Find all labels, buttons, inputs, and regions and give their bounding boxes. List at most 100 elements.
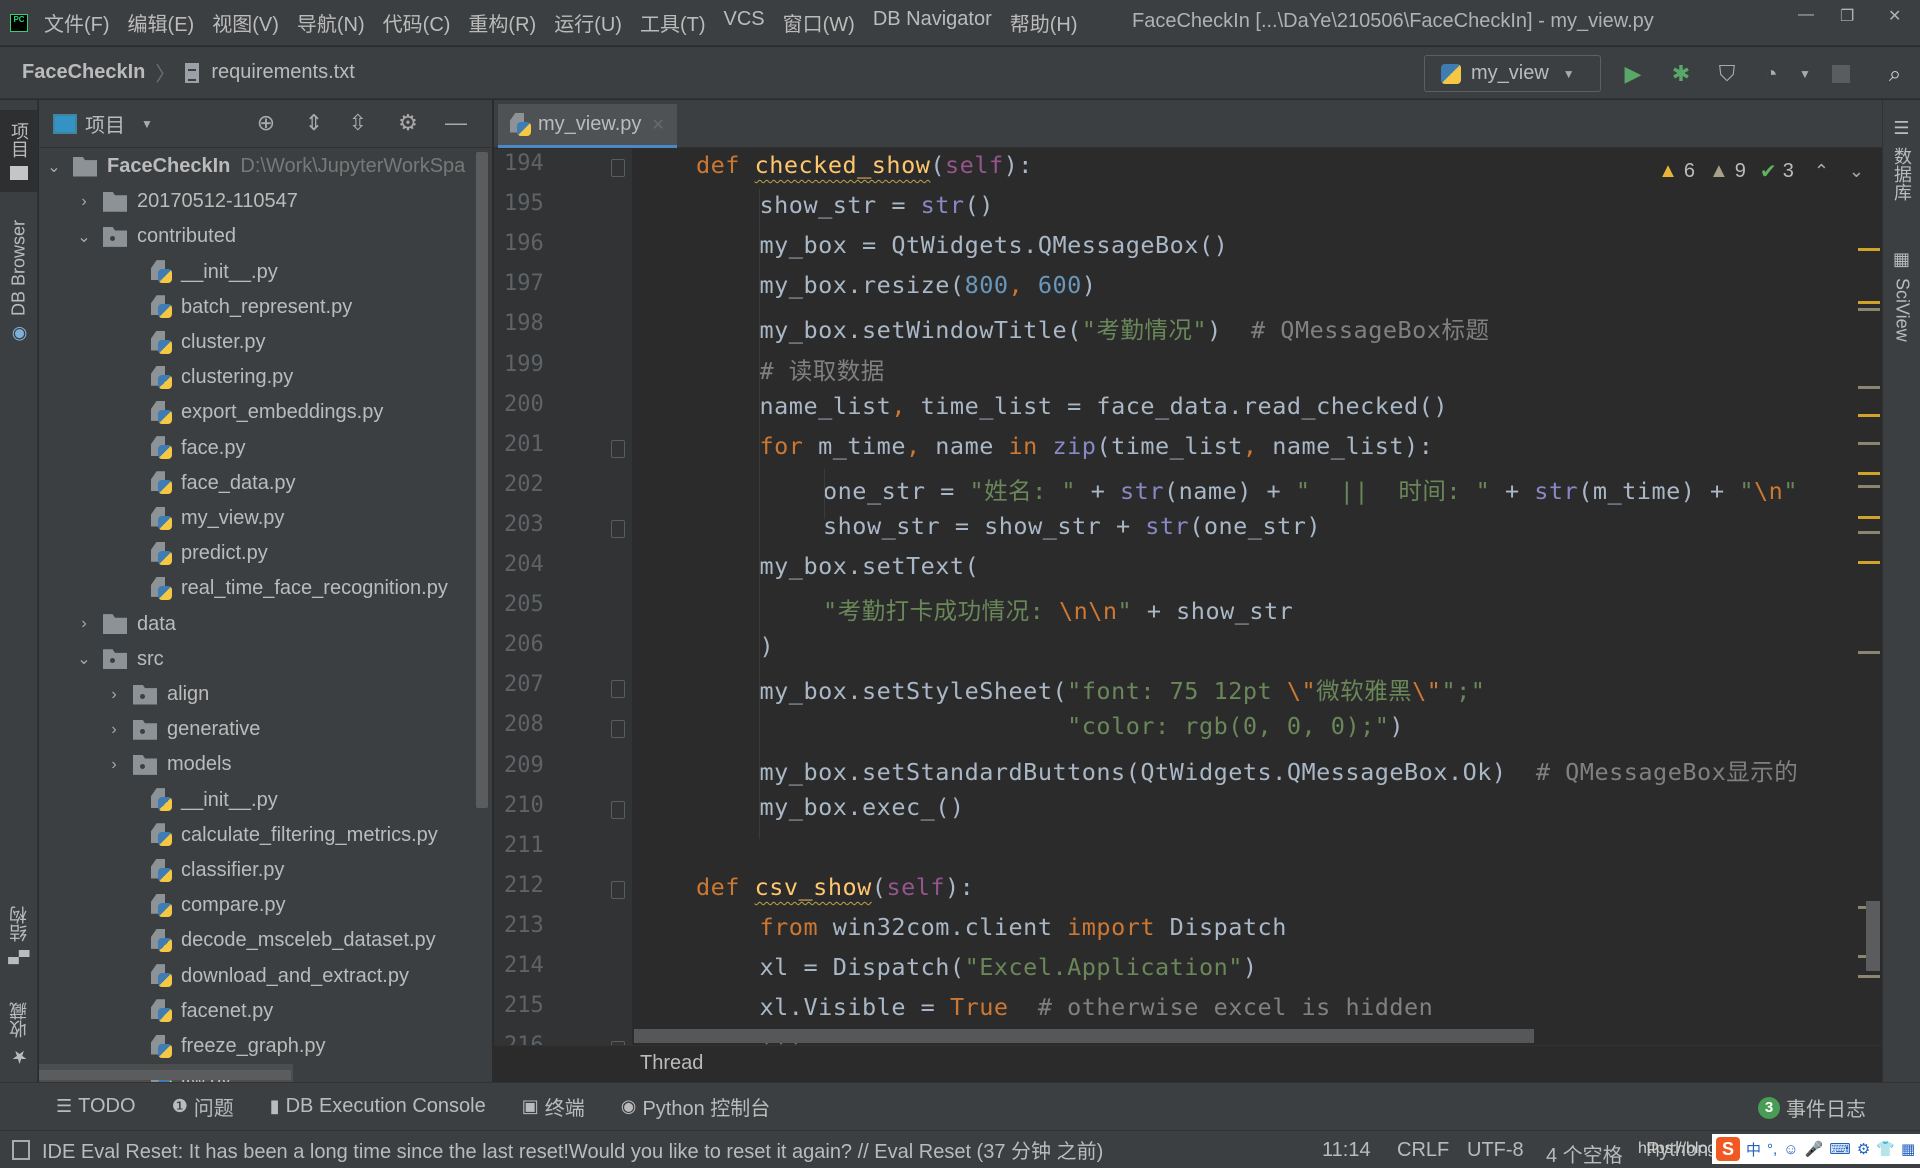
chevron-right-icon[interactable]: › (77, 193, 91, 211)
menu-item[interactable]: DB Navigator (873, 8, 992, 37)
tool-tab-favorites[interactable]: ★ 收藏 (0, 995, 38, 1075)
error-stripe-mark[interactable] (1858, 301, 1880, 305)
error-stripe-mark[interactable] (1858, 414, 1880, 418)
fold-icon[interactable] (611, 159, 625, 177)
tool-tab-sciview[interactable]: ▦ SciView (1883, 240, 1920, 350)
chevron-right-icon[interactable]: › (107, 686, 121, 704)
toggle-tool-windows-icon[interactable] (12, 1139, 30, 1160)
tree-item[interactable]: freeze_graph.py (39, 1029, 479, 1064)
code-line[interactable]: from win32com.client import Dispatch (760, 913, 1287, 941)
ime-toolbar[interactable]: S 中 °, ☺ 🎤 ⌨ ⚙ 👕 ▦ (1712, 1134, 1920, 1164)
menu-item[interactable]: 文件(F) (44, 8, 110, 37)
menu-item[interactable]: 代码(C) (383, 8, 451, 37)
chevron-down-icon[interactable]: ⌄ (77, 649, 91, 669)
tree-item[interactable]: my_view.py (39, 501, 479, 536)
stop-icon[interactable] (1828, 61, 1854, 87)
caret-position[interactable]: 11:14 (1322, 1139, 1371, 1162)
menu-item[interactable]: 工具(T) (640, 8, 706, 37)
breadcrumb-project[interactable]: FaceCheckIn (22, 61, 145, 84)
coverage-icon[interactable]: ⛉ (1714, 61, 1740, 87)
tree-item[interactable]: download_and_extract.py (39, 959, 479, 994)
ime-button[interactable]: 🎤 (1805, 1140, 1824, 1158)
editor-breadcrumb-class[interactable]: Thread (640, 1052, 703, 1075)
menu-item[interactable]: 运行(U) (554, 8, 622, 37)
fold-icon[interactable] (611, 720, 625, 739)
menu-item[interactable]: 导航(N) (297, 8, 365, 37)
tree-item[interactable]: › models (39, 747, 479, 782)
tree-item[interactable]: face.py (39, 431, 479, 466)
tool-window-[interactable]: ▣ 终端 (522, 1092, 585, 1121)
error-stripe-mark[interactable] (1858, 247, 1880, 251)
breadcrumb-file[interactable]: requirements.txt (211, 61, 354, 84)
code-line[interactable]: for m_time, name in zip(time_list, name_… (760, 432, 1434, 460)
code-line[interactable]: "考勤打卡成功情况: \n\n" + show_str (823, 592, 1293, 626)
code-line[interactable]: my_box = QtWidgets.QMessageBox() (760, 231, 1229, 259)
code-line[interactable]: xl = Dispatch("Excel.Application") (760, 953, 1258, 981)
debug-icon[interactable]: ✱ (1668, 61, 1694, 87)
fold-icon[interactable] (611, 519, 625, 538)
fold-icon[interactable] (611, 800, 625, 819)
tree-item[interactable]: classifier.py (39, 853, 479, 888)
menu-item[interactable]: 视图(V) (212, 8, 279, 37)
tree-item[interactable]: calculate_filtering_metrics.py (39, 818, 479, 853)
ime-button[interactable]: 中 (1746, 1139, 1761, 1160)
code-line[interactable]: "color: rgb(0, 0, 0);") (760, 712, 1405, 740)
chevron-right-icon[interactable]: › (107, 756, 121, 774)
code-line[interactable]: show_str = str() (760, 191, 994, 219)
code-line[interactable]: one_str = "姓名: " + str(name) + " || 时间: … (823, 472, 1798, 506)
tool-tab-project[interactable]: 项目 (0, 110, 38, 192)
tree-item[interactable]: decode_msceleb_dataset.py (39, 923, 479, 958)
tree-item[interactable]: export_embeddings.py (39, 395, 479, 430)
error-stripe-mark[interactable] (1858, 516, 1880, 520)
project-view-selector[interactable]: 项目 (85, 109, 125, 138)
tree-item[interactable]: batch_represent.py (39, 290, 479, 325)
code-line[interactable]: show_str = show_str + str(one_str) (823, 512, 1321, 540)
run-icon[interactable]: ▶ (1620, 61, 1646, 87)
tool-window-todo[interactable]: ☰ TODO (56, 1092, 136, 1121)
tree-item[interactable]: ⌄ contributed (39, 219, 479, 254)
code-line[interactable]: my_box.setWindowTitle("考勤情况") # QMessage… (760, 311, 1490, 345)
tree-item[interactable]: face_data.py (39, 466, 479, 501)
previous-highlight-icon[interactable]: ⌃ (1814, 161, 1829, 182)
fold-icon[interactable] (611, 439, 625, 458)
minimize-button[interactable]: — (1798, 6, 1814, 24)
line-separator[interactable]: CRLF (1397, 1139, 1449, 1162)
chevron-down-icon[interactable]: ▼ (141, 117, 153, 131)
gear-icon[interactable]: ⚙ (395, 110, 421, 136)
tree-item[interactable]: cluster.py (39, 325, 479, 360)
error-stripe-mark[interactable] (1858, 975, 1880, 979)
status-message[interactable]: IDE Eval Reset: It has been a long time … (42, 1135, 1103, 1164)
profile-icon[interactable]: ◔ (1758, 61, 1784, 87)
error-stripe-mark[interactable] (1858, 308, 1880, 312)
editor-horizontal-scrollbar[interactable] (634, 1029, 1534, 1043)
fold-icon[interactable] (611, 880, 625, 899)
ime-button[interactable]: ⌨ (1829, 1140, 1851, 1158)
error-stripe-mark[interactable] (1858, 650, 1880, 654)
menu-item[interactable]: 重构(R) (468, 8, 536, 37)
error-stripe-mark[interactable] (1858, 471, 1880, 475)
ime-button[interactable]: ☺ (1783, 1141, 1798, 1158)
tree-item[interactable]: ⌄ FaceCheckIn D:\Work\JupyterWorkSpa (39, 149, 479, 184)
code-line[interactable]: # 读取数据 (760, 352, 885, 386)
error-stripe-mark[interactable] (1858, 561, 1880, 565)
close-button[interactable]: ✕ (1888, 6, 1901, 26)
tree-item[interactable]: ⌄ src (39, 642, 479, 677)
error-stripe-mark[interactable] (1858, 485, 1880, 488)
tool-window-[interactable]: ❶ 问题 (172, 1092, 234, 1121)
tool-window-python[interactable]: ◉ Python 控制台 (621, 1092, 771, 1121)
close-tab-icon[interactable]: ✕ (651, 115, 664, 135)
tree-item[interactable]: facenet.py (39, 994, 479, 1029)
tool-tab-structure[interactable]: ▚ 结构 (0, 900, 38, 970)
error-stripe-mark[interactable] (1858, 386, 1880, 390)
tool-window-db-execution-console[interactable]: ▮ DB Execution Console (270, 1092, 486, 1121)
indent-setting[interactable]: 4 个空格 (1546, 1139, 1623, 1168)
chevron-down-icon[interactable]: ▼ (1792, 61, 1818, 87)
code-line[interactable]: my_box.resize(800, 600) (760, 271, 1097, 299)
tree-item[interactable]: clustering.py (39, 360, 479, 395)
project-tree-scrollbar[interactable] (476, 152, 488, 808)
tree-item[interactable]: __init__.py (39, 255, 479, 290)
ime-button[interactable]: 👕 (1876, 1140, 1895, 1158)
tree-item[interactable]: compare.py (39, 888, 479, 923)
chevron-right-icon[interactable]: › (77, 615, 91, 633)
code-line[interactable]: my_box.setStyleSheet("font: 75 12pt \"微软… (760, 672, 1486, 706)
